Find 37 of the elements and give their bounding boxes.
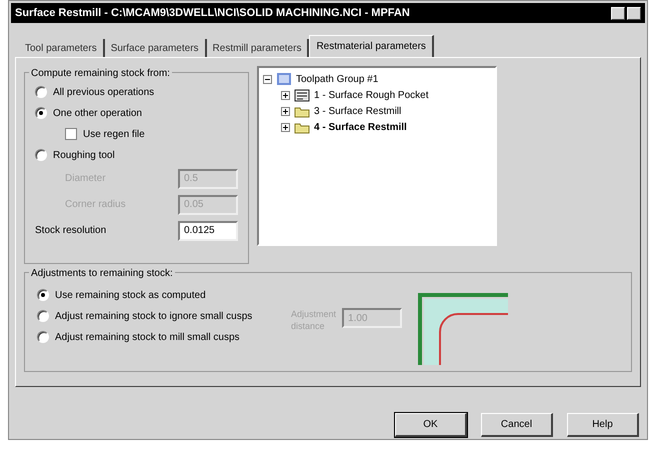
option-label: Adjust remaining stock to mill small cusps <box>55 330 240 344</box>
collapse-icon[interactable] <box>263 74 272 84</box>
option-label: Use remaining stock as computed <box>55 288 206 302</box>
expand-icon[interactable] <box>281 90 290 100</box>
radio-button[interactable] <box>35 149 47 161</box>
folder-icon <box>294 104 310 118</box>
radio-button[interactable] <box>35 86 47 98</box>
tree-item[interactable]: 3 - Surface Restmill <box>314 104 402 118</box>
group-title: Adjustments to remaining stock: <box>29 266 175 281</box>
group-title: Compute remaining stock from: <box>29 66 172 81</box>
dialog-button[interactable]: Help <box>567 413 639 437</box>
radio-button[interactable] <box>37 310 49 322</box>
radio-button[interactable] <box>37 289 49 301</box>
tab[interactable]: Surface parameters <box>104 39 207 57</box>
expand-icon[interactable] <box>281 106 290 116</box>
tree-item[interactable]: 1 - Surface Rough Pocket <box>314 88 429 102</box>
tab[interactable]: Tool parameters <box>19 39 105 57</box>
option-label: Roughing tool <box>53 148 115 162</box>
checkbox[interactable] <box>65 128 77 140</box>
option-label: Use regen file <box>83 128 145 142</box>
radio-button[interactable] <box>37 331 49 343</box>
tab[interactable]: Restmaterial parameters <box>309 35 434 57</box>
radio-button[interactable] <box>35 107 47 119</box>
toolpath-icon <box>294 88 310 102</box>
toolpath-group-icon <box>276 72 292 86</box>
expand-icon[interactable] <box>281 122 290 132</box>
window-title: Surface Restmill - C:\MCAM9\3DWELL\NCI\SOLID MACHINING.NCI - MPFAN <box>15 6 410 21</box>
dialog-button[interactable]: Cancel <box>481 413 553 437</box>
option-label: All previous operations <box>53 86 154 100</box>
option-label: One other operation <box>53 106 142 120</box>
option-label: Adjust remaining stock to ignore small cusps <box>55 310 252 324</box>
folder-icon <box>294 120 310 134</box>
tree-item[interactable]: Toolpath Group #1 <box>296 72 378 86</box>
number-field[interactable]: 0.0125 <box>178 220 238 240</box>
dialog-button[interactable]: OK <box>395 413 467 437</box>
tree-item[interactable]: 4 - Surface Restmill <box>314 120 407 134</box>
field-label: Stock resolution <box>35 224 106 238</box>
